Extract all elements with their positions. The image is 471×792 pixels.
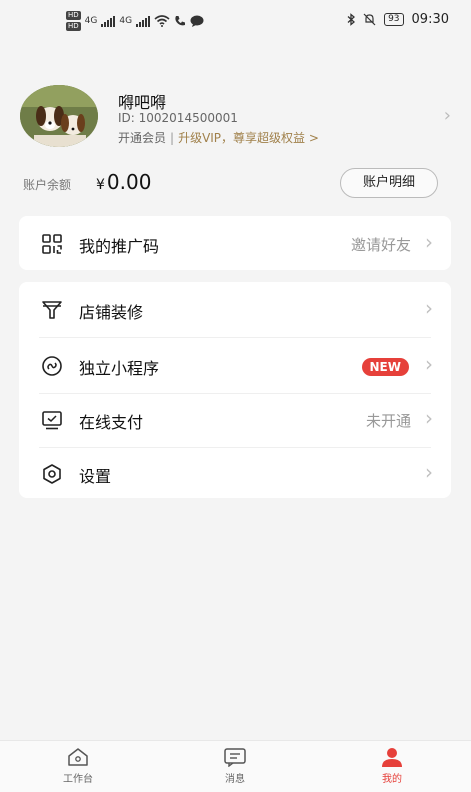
payment-monitor-icon xyxy=(42,411,62,430)
tab-label: 我的 xyxy=(382,774,402,785)
settings-hexagon-icon xyxy=(43,464,61,484)
promo-card: 我的推广码 邀请好友 › xyxy=(19,216,451,270)
message-icon xyxy=(224,748,246,767)
chevron-right-icon: › xyxy=(425,406,433,430)
balance-number: 0.00 xyxy=(106,170,152,194)
payment-status: 未开通 xyxy=(365,412,411,430)
mini-program-icon xyxy=(42,356,62,376)
system-status: 93 09:30 xyxy=(347,12,449,27)
chevron-right-icon: › xyxy=(425,296,433,320)
chevron-right-icon: › xyxy=(443,105,451,126)
funnel-icon xyxy=(42,301,62,319)
currency-symbol: ¥ xyxy=(96,177,105,193)
tab-label: 消息 xyxy=(225,774,245,785)
hd-badge: HD xyxy=(66,22,81,31)
signal-icon xyxy=(101,15,116,27)
upgrade-vip-link[interactable]: 升级VIP，尊享超级权益 > xyxy=(178,131,319,145)
bluetooth-icon xyxy=(347,13,356,26)
hd-badge: HD xyxy=(66,11,81,20)
tab-mine[interactable]: 我的 xyxy=(352,747,432,785)
clock: 09:30 xyxy=(411,12,449,27)
chat-bubble-icon xyxy=(190,15,204,27)
menu-item-label: 店铺装修 xyxy=(79,303,144,322)
membership-line: 开通会员 | 升级VIP，尊享超级权益 > xyxy=(118,129,319,146)
promo-code-label: 我的推广码 xyxy=(79,237,160,256)
user-icon xyxy=(382,748,402,767)
invite-friends-text: 邀请好友 xyxy=(350,236,411,254)
balance-amount: ¥0.00 xyxy=(96,170,151,194)
username: 嘚吧嘚 xyxy=(118,93,167,112)
menu-item-online-payment[interactable]: 在线支付 未开通 › xyxy=(19,392,451,448)
menu-item-label: 设置 xyxy=(79,467,112,486)
tab-label: 工作台 xyxy=(63,774,93,785)
balance-label: 账户余额 xyxy=(23,178,72,192)
menu-card: 店铺装修 › 独立小程序 NEW › 在线支付 未开通 › 设置 › xyxy=(19,282,451,498)
avatar[interactable] xyxy=(20,85,98,147)
bottom-tab-bar: 工作台 消息 我的 xyxy=(0,740,471,792)
menu-item-store-decoration[interactable]: 店铺装修 › xyxy=(19,282,451,338)
separator: | xyxy=(170,131,175,145)
mute-bell-icon xyxy=(363,13,376,26)
signal-icon xyxy=(136,15,151,27)
wifi-icon xyxy=(154,15,170,27)
account-detail-button[interactable]: 账户明细 xyxy=(340,168,438,198)
new-badge: NEW xyxy=(361,358,409,376)
network-status: HD HD 4G 4G xyxy=(66,11,204,31)
status-bar: HD HD 4G 4G 93 09:30 xyxy=(0,0,471,40)
promo-code-row[interactable]: 我的推广码 邀请好友 › xyxy=(19,216,451,270)
chevron-right-icon: › xyxy=(425,460,433,484)
menu-item-mini-program[interactable]: 独立小程序 NEW › xyxy=(19,338,451,394)
tab-workbench[interactable]: 工作台 xyxy=(38,747,118,785)
battery-icon: 93 xyxy=(384,13,404,26)
qr-code-icon xyxy=(42,234,62,254)
dog-photo xyxy=(20,85,98,147)
chevron-right-icon: › xyxy=(425,230,433,254)
network-type: 4G xyxy=(84,16,98,26)
member-status: 开通会员 xyxy=(118,131,167,145)
menu-item-settings[interactable]: 设置 › xyxy=(19,446,451,502)
chevron-right-icon: › xyxy=(425,352,433,376)
menu-item-label: 在线支付 xyxy=(79,413,144,432)
menu-item-label: 独立小程序 xyxy=(79,359,160,378)
phone-icon xyxy=(175,16,186,26)
balance-row: 账户余额 ¥0.00 账户明细 xyxy=(23,168,438,198)
home-icon xyxy=(68,748,88,766)
profile-header[interactable]: 嘚吧嘚 ID: 1002014500001 开通会员 | 升级VIP，尊享超级权益 … xyxy=(20,85,455,149)
tab-messages[interactable]: 消息 xyxy=(195,747,275,785)
user-id: ID: 1002014500001 xyxy=(118,111,238,125)
network-type: 4G xyxy=(119,16,133,26)
